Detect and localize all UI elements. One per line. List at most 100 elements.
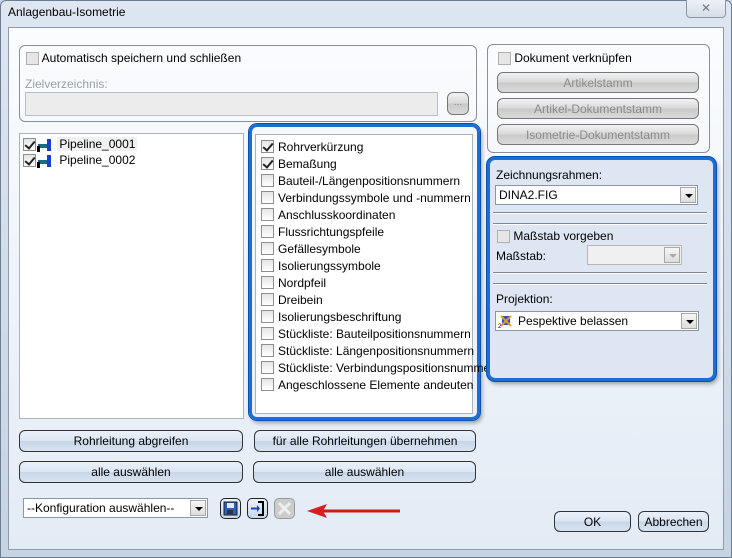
option-label: Stückliste: Verbindungspositionsnummern <box>278 361 501 375</box>
checkbox[interactable] <box>261 327 274 341</box>
chevron-down-icon <box>190 500 206 516</box>
divider <box>493 283 707 285</box>
pipeline-icon <box>37 154 51 168</box>
browse-button[interactable]: ... <box>447 92 469 115</box>
option-label: Nordpfeil <box>278 276 327 290</box>
checkbox[interactable] <box>498 52 511 66</box>
select-all-options-button[interactable]: alle auswählen <box>253 461 476 483</box>
save-config-button[interactable] <box>220 498 241 519</box>
checkbox[interactable] <box>261 344 274 358</box>
option-item[interactable]: Rohrverkürzung <box>261 139 363 155</box>
divider <box>493 272 707 274</box>
pipeline-list[interactable]: Pipeline_0001 Pipeline_0002 <box>19 133 244 419</box>
checkbox[interactable] <box>261 174 274 188</box>
scale-label: Maßstab: <box>496 249 547 263</box>
chevron-down-icon <box>664 247 680 263</box>
scale-select[interactable] <box>587 245 682 265</box>
checkbox[interactable] <box>261 361 274 375</box>
chevron-down-icon <box>680 187 696 203</box>
checkbox[interactable] <box>261 157 274 171</box>
link-document-checkbox[interactable]: Dokument verknüpfen <box>498 51 632 66</box>
target-dir-input[interactable] <box>25 92 438 116</box>
option-item[interactable]: Stückliste: Bauteilpositionsnummern <box>261 326 471 342</box>
checkbox[interactable] <box>261 191 274 205</box>
option-item[interactable]: Anschlusskoordinaten <box>261 207 395 223</box>
checkbox[interactable] <box>23 154 36 168</box>
option-item[interactable]: Stückliste: Verbindungspositionsnummern <box>261 360 501 376</box>
projection-label: Projektion: <box>496 292 553 306</box>
artikelstamm-button[interactable]: Artikelstamm <box>497 72 699 93</box>
scale-check-label: Maßstab vorgeben <box>513 229 614 243</box>
select-all-pipelines-button[interactable]: alle auswählen <box>19 461 243 483</box>
ok-button[interactable]: OK <box>554 511 631 532</box>
pipeline-item[interactable]: Pipeline_0002 <box>23 153 137 168</box>
arrow-annotation-icon <box>307 504 400 518</box>
artikel-dokumentstamm-button[interactable]: Artikel-Dokumentstamm <box>497 98 699 119</box>
option-label: Isolierungssymbole <box>278 259 381 273</box>
option-label: Flussrichtungspfeile <box>278 225 385 239</box>
pipeline-label: Pipeline_0002 <box>59 153 136 167</box>
window-title: Anlagenbau-Isometrie <box>8 5 126 19</box>
option-label: Verbindungssymbole und -nummern <box>278 191 471 205</box>
checkbox[interactable] <box>261 293 274 307</box>
checkbox[interactable] <box>261 378 274 392</box>
close-button[interactable]: ✕ <box>686 0 726 18</box>
option-item[interactable]: Nordpfeil <box>261 275 326 291</box>
import-icon <box>251 501 264 516</box>
option-item[interactable]: Bauteil-/Längenpositionsnummern <box>261 173 460 189</box>
chevron-down-icon <box>681 313 697 329</box>
apply-all-button[interactable]: für alle Rohrleitungen übernehmen <box>254 430 476 452</box>
checkbox[interactable] <box>261 259 274 273</box>
option-label: Anschlusskoordinaten <box>278 208 396 222</box>
frame-label: Zeichnungsrahmen: <box>496 168 603 182</box>
checkbox[interactable] <box>261 140 274 154</box>
save-icon <box>223 501 238 516</box>
option-item[interactable]: Isolierungsbeschriftung <box>261 309 401 325</box>
config-select[interactable]: --Konfiguration auswählen-- <box>23 498 208 518</box>
pipeline-icon <box>37 138 51 152</box>
checkbox[interactable] <box>23 138 36 152</box>
option-item[interactable]: Bemaßung <box>261 156 337 172</box>
option-item[interactable]: Isolierungssymbole <box>261 258 381 274</box>
divider <box>493 223 707 225</box>
option-label: Gefällesymbole <box>278 242 361 256</box>
options-list: Rohrverkürzung Bemaßung Bauteil-/Längenpos… <box>255 134 501 414</box>
checkbox[interactable] <box>497 230 510 244</box>
config-value: --Konfiguration auswählen-- <box>27 501 175 515</box>
pick-pipeline-button[interactable]: Rohrleitung abgreifen <box>19 430 243 452</box>
option-item[interactable]: Dreibein <box>261 292 323 308</box>
option-item[interactable]: Gefällesymbole <box>261 241 361 257</box>
option-label: Bemaßung <box>278 157 337 171</box>
delete-config-button[interactable] <box>274 498 295 519</box>
load-config-button[interactable] <box>247 498 268 519</box>
frame-select[interactable]: DINA2.FIG <box>495 185 698 205</box>
divider <box>493 212 707 214</box>
scale-checkbox[interactable]: Maßstab vorgeben <box>497 229 614 244</box>
autosave-label: Automatisch speichern und schließen <box>41 51 242 65</box>
option-label: Rohrverkürzung <box>278 140 364 154</box>
option-label: Stückliste: Bauteilpositionsnummern <box>278 327 471 341</box>
checkbox[interactable] <box>261 310 274 324</box>
checkbox[interactable] <box>261 208 274 222</box>
option-item[interactable]: Verbindungssymbole und -nummern <box>261 190 471 206</box>
pipeline-label: Pipeline_0001 <box>57 137 138 151</box>
projection-value: Pespektive belassen <box>518 314 629 328</box>
isometrie-dokumentstamm-button[interactable]: Isometrie-Dokumentstamm <box>497 124 699 145</box>
checkbox[interactable] <box>261 276 274 290</box>
checkbox[interactable] <box>261 225 274 239</box>
cancel-button[interactable]: Abbrechen <box>638 511 709 532</box>
option-label: Bauteil-/Längenpositionsnummern <box>278 174 461 188</box>
option-label: Isolierungsbeschriftung <box>278 310 402 324</box>
option-item[interactable]: Angeschlossene Elemente andeuten <box>261 377 473 393</box>
option-item[interactable]: Stückliste: Längenpositionsnummern <box>261 343 474 359</box>
checkbox[interactable] <box>261 242 274 256</box>
checkbox[interactable] <box>26 52 39 66</box>
frame-value: DINA2.FIG <box>499 188 558 202</box>
pipeline-item[interactable]: Pipeline_0001 <box>23 137 138 152</box>
target-dir-label: Zielverzeichnis: <box>25 77 108 91</box>
delete-icon <box>277 501 292 516</box>
projection-select[interactable]: 2 Pespektive belassen <box>495 311 699 331</box>
option-item[interactable]: Flussrichtungspfeile <box>261 224 384 240</box>
option-label: Stückliste: Längenpositionsnummern <box>278 344 475 358</box>
autosave-checkbox[interactable]: Automatisch speichern und schließen <box>26 51 242 66</box>
